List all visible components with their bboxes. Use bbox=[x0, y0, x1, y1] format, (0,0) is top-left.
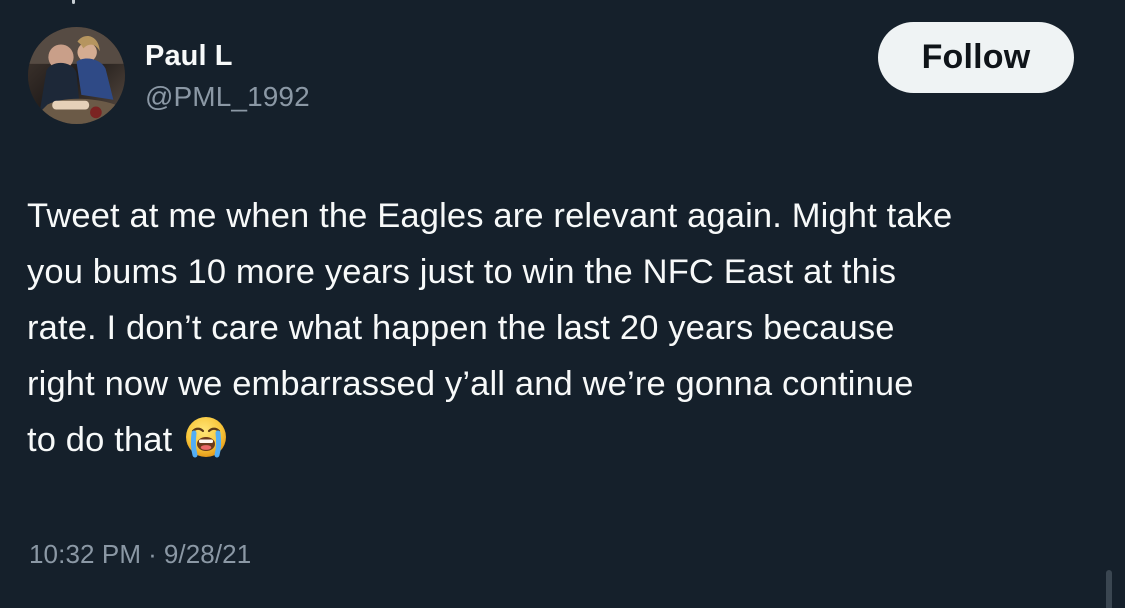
tweet-text-line: Tweet at me when the Eagles are relevant… bbox=[27, 197, 953, 235]
tweet-text-last-line: to do that bbox=[27, 412, 1097, 468]
top-edge-marker bbox=[72, 0, 75, 4]
tweet-text-line: to do that bbox=[27, 421, 173, 459]
profile-avatar[interactable] bbox=[28, 27, 125, 124]
metadata-separator: · bbox=[148, 539, 157, 569]
author-handle[interactable]: @PML_1992 bbox=[145, 81, 310, 113]
tweet-text: Tweet at me when the Eagles are relevant… bbox=[27, 188, 1097, 468]
tweet-header: Paul L @PML_1992 Follow bbox=[24, 22, 1084, 132]
author-block: Paul L @PML_1992 bbox=[145, 39, 310, 113]
tweet-screen: Paul L @PML_1992 Follow Tweet at me when… bbox=[0, 0, 1125, 608]
tweet-text-line: rate. I don’t care what happen the last … bbox=[27, 309, 895, 347]
tweet-text-line: right now we embarrassed y’all and we’re… bbox=[27, 365, 914, 403]
tweet-time[interactable]: 10:32 PM bbox=[29, 539, 141, 569]
scrollbar-thumb[interactable] bbox=[1106, 570, 1112, 608]
loudly-crying-face-icon bbox=[184, 415, 228, 459]
follow-button[interactable]: Follow bbox=[878, 22, 1074, 93]
author-display-name[interactable]: Paul L bbox=[145, 39, 310, 73]
tweet-metadata: 10:32 PM · 9/28/21 bbox=[29, 538, 251, 570]
profile-photo-icon bbox=[28, 27, 125, 124]
tweet-text-line: you bums 10 more years just to win the N… bbox=[27, 253, 897, 291]
tweet-date[interactable]: 9/28/21 bbox=[164, 539, 251, 569]
